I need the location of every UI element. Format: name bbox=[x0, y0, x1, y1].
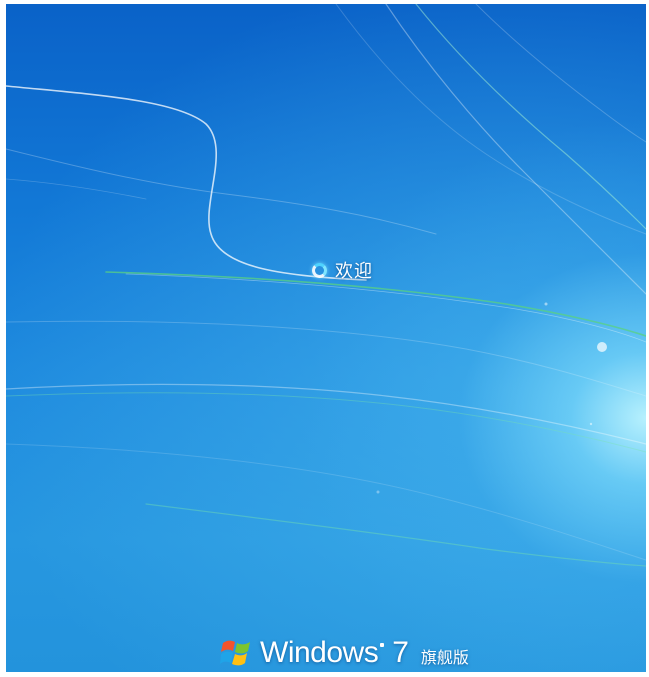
wallpaper-light-streaks bbox=[6, 4, 646, 567]
welcome-text: 欢迎 bbox=[335, 261, 373, 282]
welcome-status: 欢迎 bbox=[312, 257, 373, 283]
brand-name: Windows bbox=[260, 636, 379, 669]
loading-spinner-icon bbox=[312, 262, 327, 278]
brand-edition: 旗舰版 bbox=[420, 648, 469, 667]
windows-flag-icon bbox=[220, 640, 250, 666]
windows-7-branding: Windows 7 旗舰版 bbox=[220, 633, 469, 672]
brand-version: 7 bbox=[392, 636, 409, 669]
welcome-screen: 欢迎 Windows 7 旗舰版 bbox=[6, 4, 646, 672]
brand-registered-mark bbox=[380, 643, 385, 647]
